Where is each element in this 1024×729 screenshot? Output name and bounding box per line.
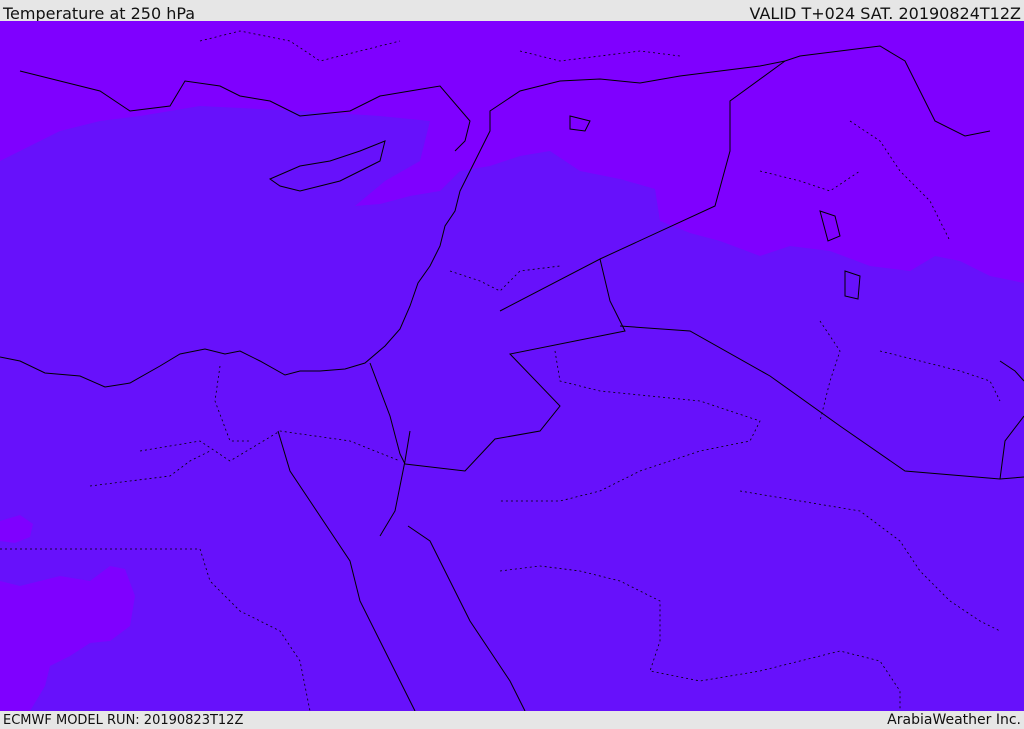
model-run-label: ECMWF MODEL RUN: 20190823T12Z [3,713,244,728]
header-bar: Temperature at 250 hPa VALID T+024 SAT. … [0,0,1024,23]
temperature-map [0,21,1024,711]
map-area [0,21,1024,711]
credit-label: ArabiaWeather Inc. [887,712,1021,728]
footer-bar: ECMWF MODEL RUN: 20190823T12Z ArabiaWeat… [0,711,1024,729]
